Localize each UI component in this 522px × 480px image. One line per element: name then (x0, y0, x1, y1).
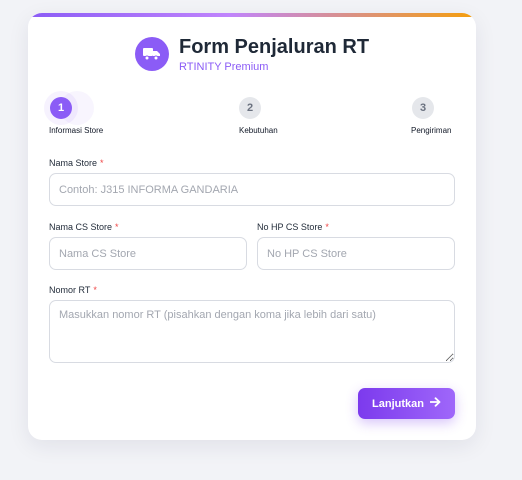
next-button[interactable]: Lanjutkan (358, 388, 455, 419)
form-header: Form Penjaluran RT RTINITY Premium (135, 36, 435, 77)
required-mark: * (100, 158, 104, 168)
step-3-indicator[interactable]: 3 (412, 97, 434, 119)
cs-name-input[interactable] (49, 237, 247, 270)
form-card: Form Penjaluran RT RTINITY Premium 1 Inf… (28, 13, 476, 440)
gradient-top-bar (28, 13, 476, 17)
cs-phone-label-text: No HP CS Store (257, 222, 323, 232)
store-name-label-text: Nama Store (49, 158, 98, 168)
truck-icon (135, 37, 169, 71)
page-subtitle: RTINITY Premium (179, 61, 269, 73)
step-2-indicator[interactable]: 2 (239, 97, 261, 119)
step-1-indicator[interactable]: 1 (50, 97, 72, 119)
store-name-input[interactable] (49, 173, 455, 206)
cs-name-label: Nama CS Store * (49, 222, 119, 232)
cs-phone-label: No HP CS Store * (257, 222, 329, 232)
required-mark: * (115, 222, 119, 232)
page-title: Form Penjaluran RT (179, 36, 370, 58)
step-1-label: Informasi Store (49, 126, 104, 135)
step-3-label: Pengiriman (411, 126, 452, 135)
stepper: 1 Informasi Store 2 Kebutuhan 3 Pengirim… (28, 97, 476, 137)
step-2-label: Kebutuhan (239, 126, 278, 135)
rt-number-label-text: Nomor RT (49, 285, 91, 295)
required-mark: * (93, 285, 97, 295)
rt-number-textarea[interactable] (49, 300, 455, 363)
store-name-label: Nama Store * (49, 158, 104, 168)
rt-number-label: Nomor RT * (49, 285, 97, 295)
required-mark: * (325, 222, 329, 232)
next-button-label: Lanjutkan (372, 397, 424, 410)
cs-name-label-text: Nama CS Store (49, 222, 113, 232)
cs-phone-input[interactable] (257, 237, 455, 270)
arrow-right-icon (429, 397, 441, 410)
